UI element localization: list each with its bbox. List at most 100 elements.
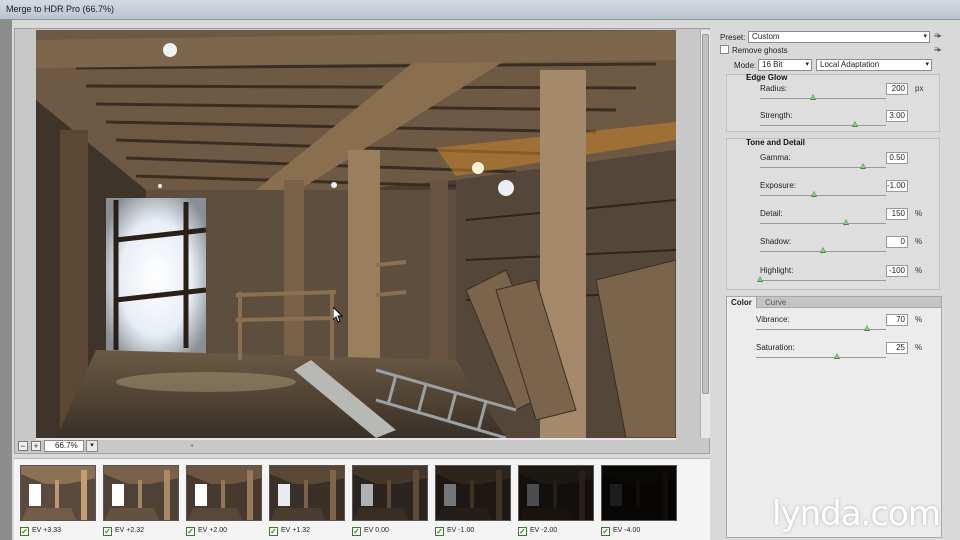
window-title: Merge to HDR Pro (66.7%) xyxy=(6,4,115,14)
exposure-slider-track[interactable] xyxy=(760,195,886,196)
vibrance-value-field[interactable]: 70 xyxy=(886,314,908,326)
hdr-preview-image[interactable] xyxy=(36,30,676,438)
tab-curve[interactable]: Curve xyxy=(761,297,790,308)
radius-unit: px xyxy=(915,84,924,93)
zoom-out-button[interactable]: − xyxy=(18,441,28,451)
thumbnail-image[interactable] xyxy=(103,465,179,521)
thumbnail-caption: ✓ EV +2.00 xyxy=(186,526,262,536)
strength-value-field[interactable]: 3.00 xyxy=(886,110,908,122)
highlight-value-field[interactable]: -100 xyxy=(886,265,908,277)
thumbnail-caption: ✓ EV -2.00 xyxy=(518,526,594,536)
method-select[interactable]: Local Adaptation ▾ xyxy=(816,59,932,71)
radius-value-field[interactable]: 200 xyxy=(886,83,908,95)
shadow-slider-handle[interactable] xyxy=(820,247,826,253)
ev-label: EV +2.32 xyxy=(115,527,144,534)
shadow-value-field[interactable]: 0 xyxy=(886,236,908,248)
zoom-in-button[interactable]: + xyxy=(31,441,41,451)
gamma-slider-handle[interactable] xyxy=(860,163,867,169)
radius-slider-handle[interactable] xyxy=(809,94,816,100)
remove-ghosts-label: Remove ghosts xyxy=(732,46,788,55)
tab-color[interactable]: Color xyxy=(727,297,757,308)
thumbnail-image[interactable] xyxy=(435,465,511,521)
detail-label: Detail: xyxy=(760,209,783,218)
shadow-label: Shadow: xyxy=(760,237,792,246)
scroll-left-icon[interactable]: ◂ xyxy=(190,442,193,449)
include-checkbox[interactable]: ✓ xyxy=(269,526,278,536)
ev-label: EV +1.32 xyxy=(281,527,310,534)
color-curve-tabs: Color Curve xyxy=(726,296,942,308)
vibrance-slider-handle[interactable] xyxy=(863,325,870,331)
tone-detail-title: Tone and Detail xyxy=(746,138,805,147)
thumbnail-image[interactable] xyxy=(601,465,677,521)
radius-label: Radius: xyxy=(760,84,788,93)
strength-slider-handle[interactable] xyxy=(851,121,858,127)
highlight-slider-handle[interactable] xyxy=(757,276,763,282)
thumbnail-caption: ✓ EV +2.32 xyxy=(103,526,179,536)
window-titlebar: Merge to HDR Pro (66.7%) xyxy=(0,0,960,20)
highlight-label: Highlight: xyxy=(760,266,794,275)
gamma-label: Gamma: xyxy=(760,153,791,162)
ev-label: EV -2.00 xyxy=(530,527,558,534)
chevron-down-icon: ▾ xyxy=(805,61,809,68)
lynda-watermark: lynda.com xyxy=(772,494,941,534)
ev-label: EV -1.00 xyxy=(447,527,475,534)
source-thumbnail[interactable]: ✓ EV -4.00 xyxy=(601,465,677,536)
preset-select[interactable]: Custom ▾ xyxy=(748,31,930,43)
include-checkbox[interactable]: ✓ xyxy=(103,526,112,536)
detail-slider-track[interactable] xyxy=(760,223,886,224)
bit-depth-select[interactable]: 16 Bit ▾ xyxy=(758,59,812,71)
gamma-value-field[interactable]: 0.50 xyxy=(886,152,908,164)
ev-label: EV +3.33 xyxy=(32,527,61,534)
source-thumbnail[interactable]: ✓ EV +2.32 xyxy=(103,465,179,536)
highlight-slider-track[interactable] xyxy=(760,280,886,281)
remove-ghosts-checkbox[interactable] xyxy=(720,45,729,54)
source-thumbnail[interactable]: ✓ EV +1.32 xyxy=(269,465,345,536)
thumbnail-image[interactable] xyxy=(269,465,345,521)
highlight-unit: % xyxy=(915,266,923,275)
source-filmstrip: ✓ EV +3.33 ✓ EV +2.32 ✓ EV +2.00 ✓ EV +1.32 ✓ EV … xyxy=(14,458,710,540)
saturation-value-field[interactable]: 25 xyxy=(886,342,908,354)
preset-label: Preset: xyxy=(720,33,746,42)
thumbnail-image[interactable] xyxy=(352,465,428,521)
exposure-value-field[interactable]: -1.00 xyxy=(886,180,908,192)
chevron-down-icon: ▾ xyxy=(925,61,929,68)
thumbnail-caption: ✓ EV -1.00 xyxy=(435,526,511,536)
thumbnail-image[interactable] xyxy=(518,465,594,521)
ghost-menu-icon[interactable]: ≡▸ xyxy=(934,45,942,54)
ev-label: EV -4.00 xyxy=(613,527,641,534)
edge-glow-title: Edge Glow xyxy=(746,73,788,82)
source-thumbnail[interactable]: ✓ EV +3.33 xyxy=(20,465,96,536)
include-checkbox[interactable]: ✓ xyxy=(20,526,29,536)
radius-slider-track[interactable] xyxy=(760,98,886,99)
strength-slider-track[interactable] xyxy=(760,125,886,126)
source-thumbnail[interactable]: ✓ EV +2.00 xyxy=(186,465,262,536)
include-checkbox[interactable]: ✓ xyxy=(352,526,361,536)
thumbnail-image[interactable] xyxy=(20,465,96,521)
source-thumbnail[interactable]: ✓ EV -2.00 xyxy=(518,465,594,536)
detail-value-field[interactable]: 150 xyxy=(886,208,908,220)
preset-menu-icon[interactable]: ≡▸ xyxy=(934,31,942,40)
zoom-dropdown-button[interactable]: ▾ xyxy=(86,440,98,452)
thumbnail-image[interactable] xyxy=(186,465,262,521)
detail-slider-handle[interactable] xyxy=(842,219,849,225)
include-checkbox[interactable]: ✓ xyxy=(601,526,610,536)
zoom-level-field[interactable]: 66.7% xyxy=(44,440,84,452)
scrollbar-thumb[interactable] xyxy=(702,34,709,394)
gamma-slider-track[interactable] xyxy=(760,167,886,168)
dialog-left-edge xyxy=(0,20,12,540)
include-checkbox[interactable]: ✓ xyxy=(518,526,527,536)
preview-vertical-scrollbar[interactable] xyxy=(700,30,710,438)
saturation-slider-track[interactable] xyxy=(756,357,886,358)
source-thumbnail[interactable]: ✓ EV 0.00 xyxy=(352,465,428,536)
include-checkbox[interactable]: ✓ xyxy=(186,526,195,536)
ev-label: EV 0.00 xyxy=(364,527,389,534)
exposure-label: Exposure: xyxy=(760,181,797,190)
detail-unit: % xyxy=(915,209,923,218)
saturation-slider-handle[interactable] xyxy=(833,353,840,359)
exposure-slider-handle[interactable] xyxy=(811,191,818,197)
method-value: Local Adaptation xyxy=(820,60,880,69)
zoom-bar: − + 66.7% ▾ ◂ xyxy=(14,440,710,454)
include-checkbox[interactable]: ✓ xyxy=(435,526,444,536)
thumbnail-caption: ✓ EV +3.33 xyxy=(20,526,96,536)
source-thumbnail[interactable]: ✓ EV -1.00 xyxy=(435,465,511,536)
